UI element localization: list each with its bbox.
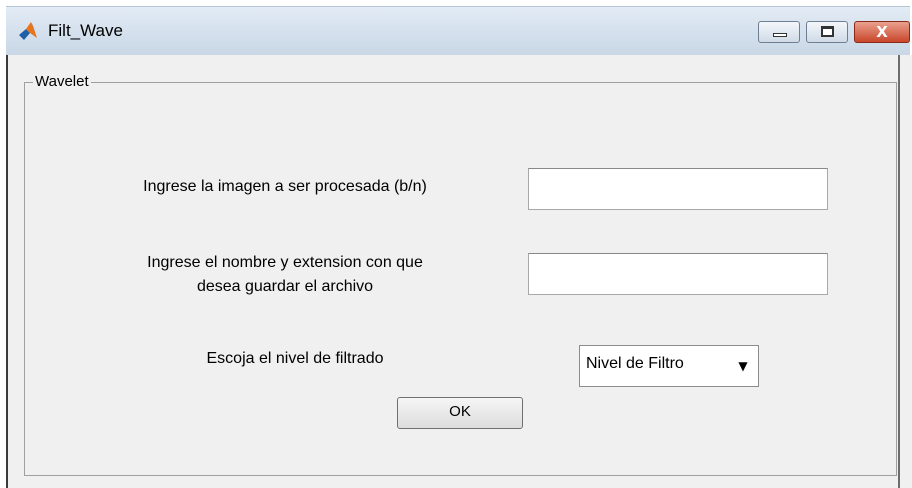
save-label-line2: desea guardar el archivo <box>196 278 374 295</box>
maximize-button[interactable] <box>806 21 848 43</box>
figure-area: Wavelet Ingrese la imagen a ser procesad… <box>6 55 912 488</box>
window-title: Filt_Wave <box>48 21 123 40</box>
ok-button[interactable]: OK <box>397 397 523 429</box>
filter-level-dropdown[interactable]: Nivel de Filtro ▼ <box>579 345 759 387</box>
chevron-down-icon: ▼ <box>738 359 748 373</box>
matlab-icon <box>19 22 37 40</box>
close-button[interactable]: X <box>854 21 910 43</box>
minimize-icon <box>773 33 787 37</box>
save-label-line1: Ingrese el nombre y extension con que <box>147 254 423 271</box>
filter-label: Escoja el nivel de filtrado <box>206 350 384 367</box>
image-input[interactable] <box>528 168 828 210</box>
window-frame-edge <box>898 55 900 488</box>
app-window: Filt_Wave X Wavelet Ingrese la imagen a … <box>0 0 912 488</box>
filename-input[interactable] <box>528 253 828 295</box>
wavelet-panel: Wavelet Ingrese la imagen a ser procesad… <box>24 73 897 476</box>
minimize-button[interactable] <box>758 21 800 43</box>
image-label: Ingrese la imagen a ser procesada (b/n) <box>143 178 427 195</box>
title-bar[interactable]: Filt_Wave X <box>6 6 910 55</box>
maximize-icon <box>821 26 834 37</box>
panel-title: Wavelet <box>33 73 91 90</box>
close-icon: X <box>876 23 888 41</box>
filter-selected-value: Nivel de Filtro <box>586 355 684 372</box>
